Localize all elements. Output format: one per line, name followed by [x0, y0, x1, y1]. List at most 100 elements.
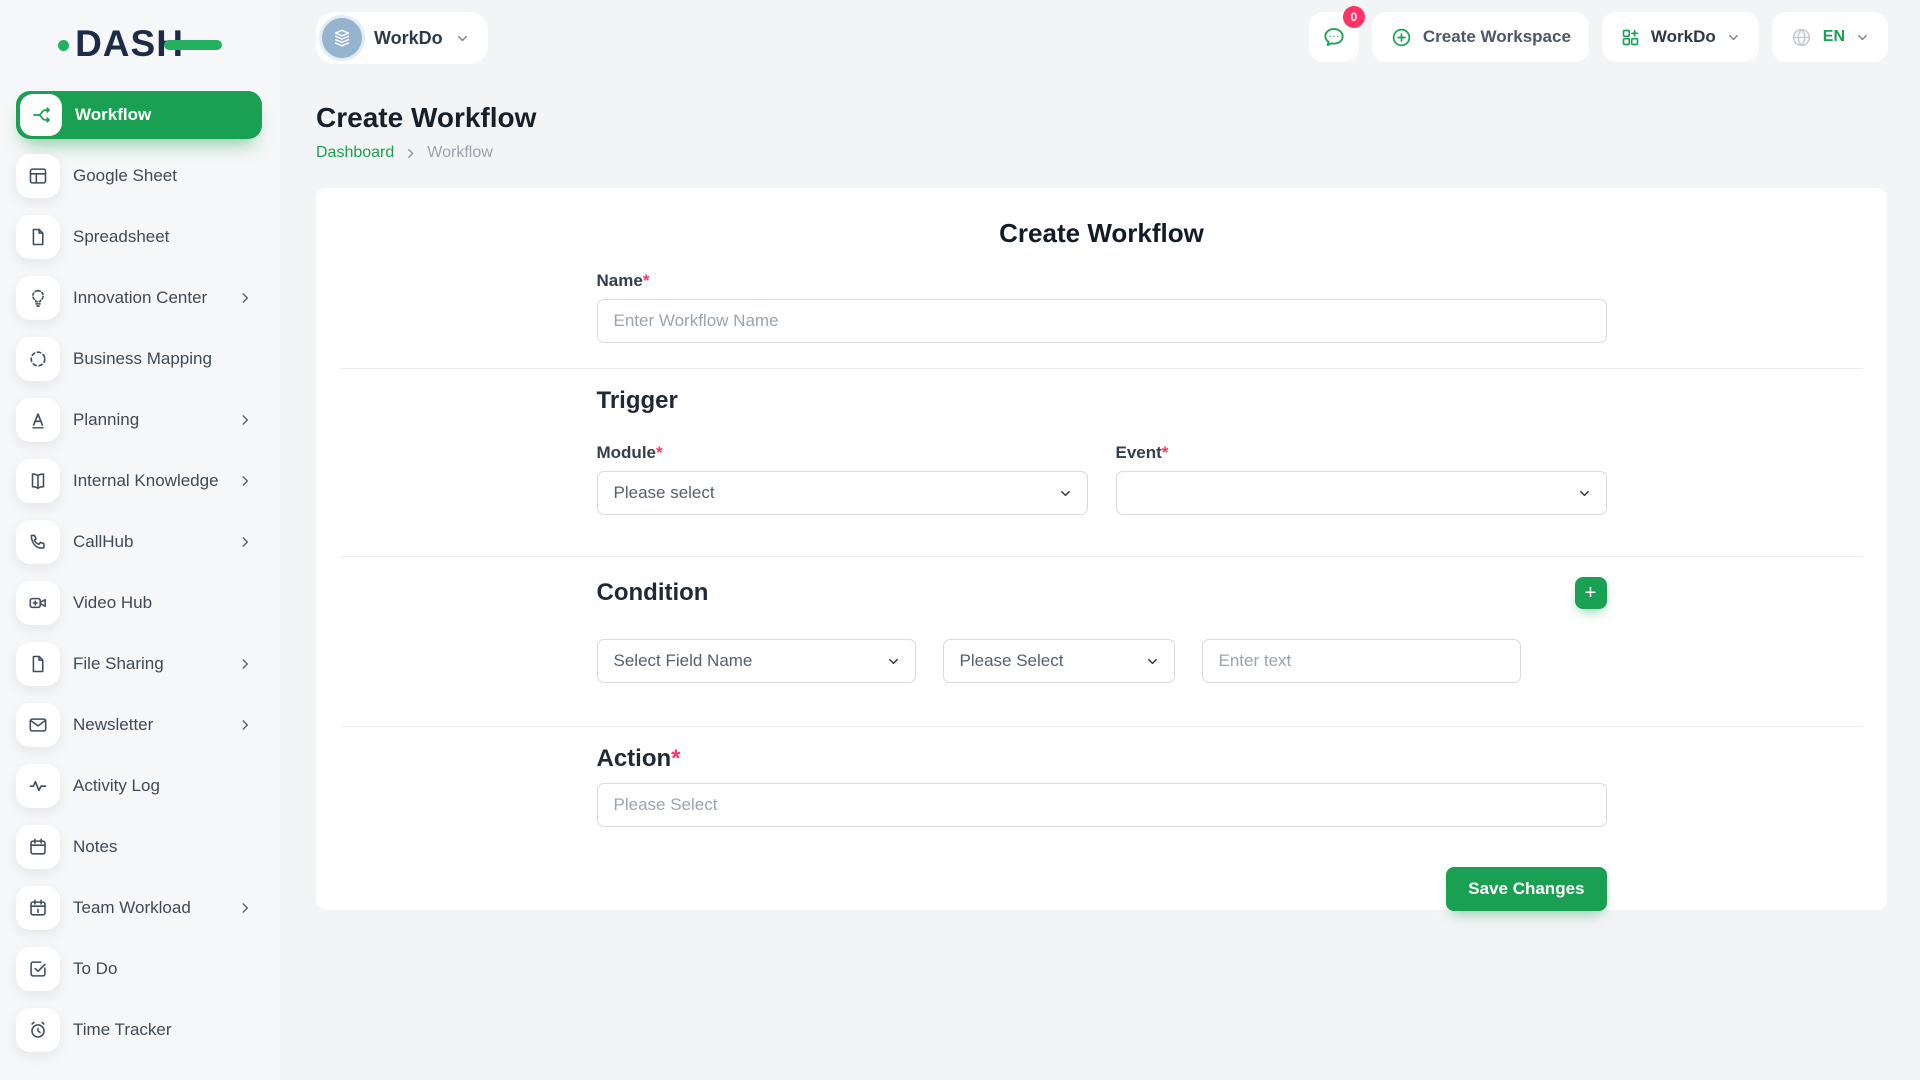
logo-dot-icon	[58, 40, 69, 51]
sidebar-item-callhub[interactable]: CallHub	[16, 518, 262, 566]
breadcrumb-dashboard[interactable]: Dashboard	[316, 144, 394, 162]
sidebar-item-label: Time Tracker	[73, 1020, 172, 1040]
event-label: Event*	[1116, 443, 1607, 463]
sidebar-item-label: Team Workload	[73, 898, 191, 918]
condition-field-select[interactable]: Select Field Name	[597, 639, 916, 683]
chevron-right-icon	[404, 147, 417, 160]
chevron-right-icon	[238, 718, 262, 732]
chevron-right-icon	[238, 657, 262, 671]
pulse-icon	[16, 764, 60, 808]
sidebar-item-label: Planning	[73, 410, 139, 430]
create-workspace-label: Create Workspace	[1423, 27, 1571, 47]
sidebar-item-label: Spreadsheet	[73, 227, 169, 247]
messages-button[interactable]: 0	[1309, 12, 1359, 62]
condition-operator-value: Please Select	[960, 651, 1064, 671]
chevron-right-icon	[238, 901, 262, 915]
required-asterisk: *	[643, 271, 650, 290]
logo-bar-icon	[164, 40, 222, 50]
action-select-input[interactable]	[597, 783, 1607, 827]
video-camera-icon	[16, 581, 60, 625]
condition-field-value: Select Field Name	[614, 651, 753, 671]
lightbulb-icon	[16, 276, 60, 320]
module-select-value: Please select	[614, 483, 715, 503]
chevron-down-icon	[886, 654, 901, 669]
chevron-down-icon	[1577, 486, 1592, 501]
breadcrumb-current: Workflow	[427, 144, 493, 162]
required-asterisk: *	[671, 745, 680, 772]
module-label: Module*	[597, 443, 1088, 463]
sidebar-item-label: Notes	[73, 837, 117, 857]
condition-section: Condition + Select Field Name Please Sel…	[597, 577, 1607, 683]
book-icon	[16, 459, 60, 503]
envelope-icon	[16, 703, 60, 747]
workspace-avatar	[322, 18, 362, 58]
calendar-icon	[16, 825, 60, 869]
create-workspace-button[interactable]: Create Workspace	[1372, 12, 1589, 62]
chevron-down-icon	[1145, 654, 1160, 669]
globe-icon	[1790, 26, 1813, 49]
page-header: Create Workflow Dashboard Workflow	[316, 102, 1888, 162]
calendar-task-icon	[16, 886, 60, 930]
add-condition-button[interactable]: +	[1575, 577, 1607, 609]
sidebar-item-newsletter[interactable]: Newsletter	[16, 701, 262, 749]
chevron-down-icon	[1855, 30, 1870, 45]
sidebar-item-video-hub[interactable]: Video Hub	[16, 579, 262, 627]
action-section: Action* Save Changes	[597, 745, 1607, 911]
chevron-down-icon	[455, 31, 470, 46]
check-square-icon	[16, 947, 60, 991]
sidebar-item-internal-knowledge[interactable]: Internal Knowledge	[16, 457, 262, 505]
app-menu-label: WorkDo	[1651, 27, 1716, 47]
sidebar-item-workflow[interactable]: Workflow	[16, 91, 262, 139]
card-title: Create Workflow	[316, 218, 1887, 249]
topbar: WorkDo 0 Create Workspace	[316, 12, 1888, 64]
language-label: EN	[1823, 28, 1845, 46]
action-heading: Action*	[597, 745, 1607, 773]
chevron-right-icon	[238, 413, 262, 427]
sidebar-item-time-tracker[interactable]: Time Tracker	[16, 1006, 262, 1054]
section-divider	[340, 556, 1863, 557]
breadcrumb: Dashboard Workflow	[316, 144, 1888, 162]
sidebar-item-label: Business Mapping	[73, 349, 212, 369]
condition-operator-select[interactable]: Please Select	[943, 639, 1175, 683]
workspace-switcher[interactable]: WorkDo	[316, 12, 488, 64]
sidebar-item-innovation-center[interactable]: Innovation Center	[16, 274, 262, 322]
sidebar-item-notes[interactable]: Notes	[16, 823, 262, 871]
google-sheet-icon	[16, 154, 60, 198]
app-menu-button[interactable]: WorkDo	[1602, 12, 1759, 62]
sidebar-nav: Workflow Google Sheet Spreadsheet	[0, 64, 280, 1054]
section-divider	[340, 726, 1863, 727]
required-asterisk: *	[1162, 443, 1169, 462]
file-icon	[16, 215, 60, 259]
sidebar: DASH Workflow Google Sheet	[0, 0, 280, 1080]
chevron-right-icon	[238, 291, 262, 305]
trigger-section: Trigger Module* Please select Event*	[597, 387, 1607, 515]
trigger-heading: Trigger	[597, 387, 1607, 415]
sidebar-item-business-mapping[interactable]: Business Mapping	[16, 335, 262, 383]
language-selector[interactable]: EN	[1772, 12, 1888, 62]
sidebar-item-file-sharing[interactable]: File Sharing	[16, 640, 262, 688]
required-asterisk: *	[656, 443, 663, 462]
plus-circle-icon	[1390, 26, 1413, 49]
sidebar-item-label: Internal Knowledge	[73, 471, 219, 491]
sidebar-item-activity-log[interactable]: Activity Log	[16, 762, 262, 810]
name-label: Name*	[597, 271, 1607, 291]
workflow-name-input[interactable]	[597, 299, 1607, 343]
event-select[interactable]	[1116, 471, 1607, 515]
sidebar-item-label: Workflow	[75, 105, 151, 125]
app-grid-plus-icon	[1620, 27, 1641, 48]
workflow-icon	[20, 94, 62, 136]
condition-value-input[interactable]	[1202, 639, 1521, 683]
workspace-name: WorkDo	[374, 28, 443, 49]
sidebar-item-google-sheet[interactable]: Google Sheet	[16, 152, 262, 200]
sidebar-item-label: To Do	[73, 959, 117, 979]
phone-icon	[16, 520, 60, 564]
sidebar-item-team-workload[interactable]: Team Workload	[16, 884, 262, 932]
file-icon	[16, 642, 60, 686]
module-select[interactable]: Please select	[597, 471, 1088, 515]
sidebar-item-spreadsheet[interactable]: Spreadsheet	[16, 213, 262, 261]
sidebar-item-planning[interactable]: Planning	[16, 396, 262, 444]
create-workflow-card: Create Workflow Name* Trigger Module* Pl…	[316, 188, 1887, 910]
save-changes-button[interactable]: Save Changes	[1446, 867, 1606, 911]
sidebar-item-to-do[interactable]: To Do	[16, 945, 262, 993]
section-divider	[340, 368, 1863, 369]
